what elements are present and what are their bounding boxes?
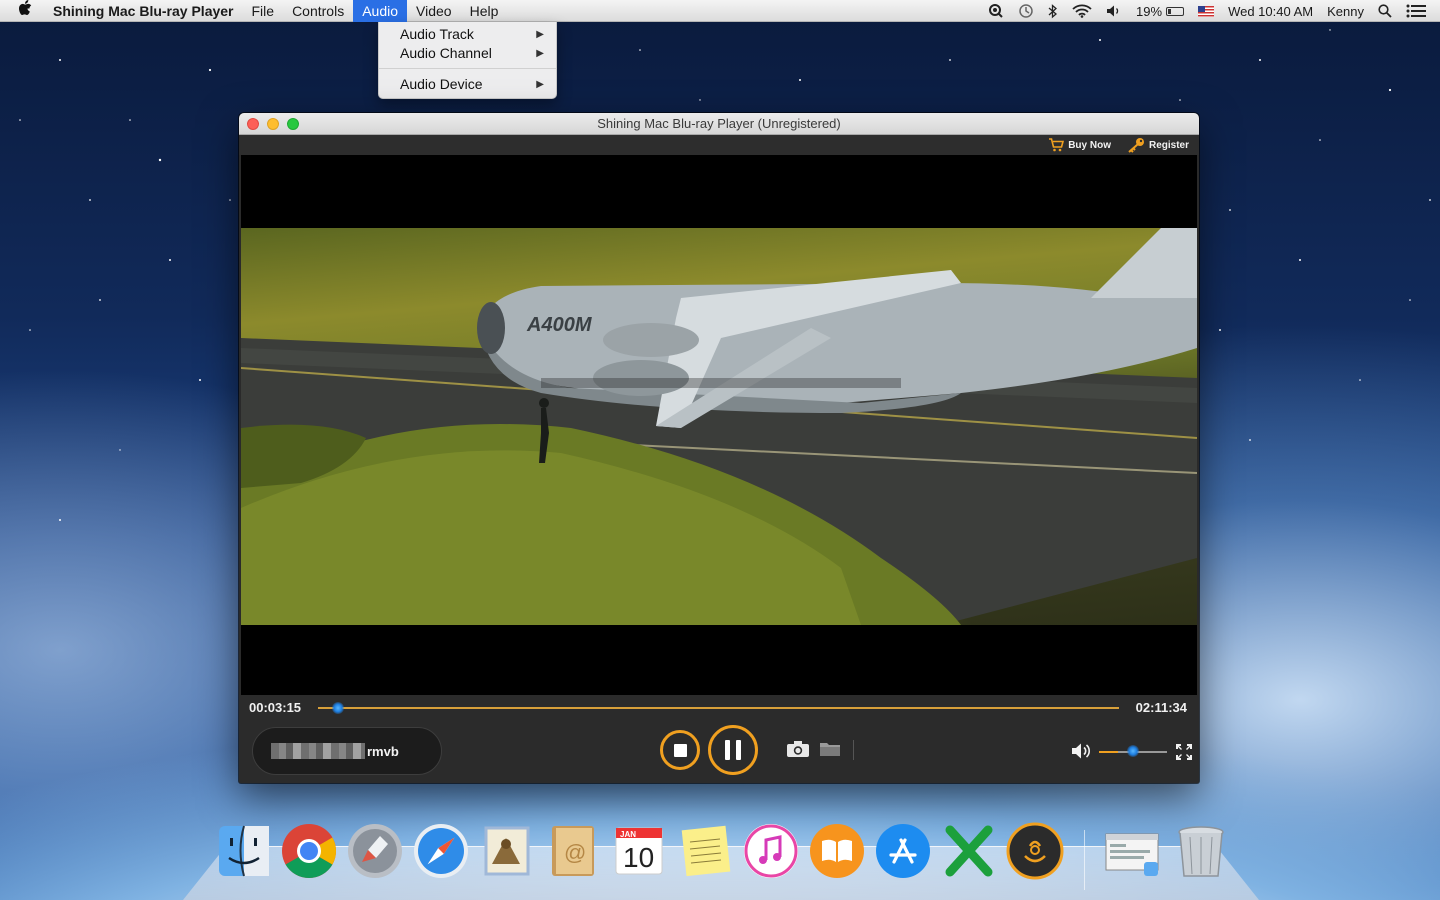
- apple-menu-icon[interactable]: [0, 0, 44, 22]
- window-controls: [247, 118, 299, 130]
- bluetooth-icon[interactable]: [1041, 0, 1065, 22]
- safari-icon[interactable]: [412, 822, 470, 880]
- audio-dropdown-menu: Audio Track ▶ Audio Channel ▶ Audio Devi…: [378, 22, 557, 99]
- menu-app-name[interactable]: Shining Mac Blu-ray Player: [44, 0, 243, 22]
- volume-handle[interactable]: [1127, 745, 1139, 757]
- spotlight-search-icon[interactable]: [1371, 0, 1399, 22]
- seek-handle[interactable]: [332, 702, 345, 714]
- current-time: 00:03:15: [249, 700, 302, 715]
- battery-percent: 19%: [1136, 3, 1163, 19]
- register-label: Register: [1148, 139, 1189, 151]
- menu-item-label: Audio Channel: [400, 45, 492, 61]
- svg-text:@: @: [564, 840, 586, 865]
- stop-button[interactable]: [660, 730, 700, 770]
- ibooks-icon[interactable]: [808, 822, 866, 880]
- time-machine-icon[interactable]: [1011, 0, 1041, 22]
- key-icon: [1128, 138, 1144, 153]
- menu-controls[interactable]: Controls: [283, 0, 353, 22]
- finder-icon[interactable]: [215, 822, 273, 880]
- menu-item-label: Audio Track: [400, 26, 474, 42]
- volume-fill: [1099, 751, 1118, 753]
- minimize-window-button[interactable]: [267, 118, 279, 130]
- pause-button[interactable]: [708, 725, 758, 775]
- contacts-icon[interactable]: @: [544, 822, 602, 880]
- menu-help[interactable]: Help: [461, 0, 508, 22]
- window-titlebar[interactable]: Shining Mac Blu-ray Player (Unregistered…: [239, 113, 1199, 135]
- aircraft-label: A400M: [526, 314, 593, 336]
- notes-icon[interactable]: [676, 822, 734, 880]
- pause-icon: [725, 740, 741, 760]
- file-name-display: rmvb: [252, 727, 442, 775]
- wifi-icon[interactable]: [1065, 0, 1099, 22]
- calendar-day: 10: [623, 842, 654, 873]
- menu-audio[interactable]: Audio: [353, 0, 408, 22]
- open-folder-icon[interactable]: [819, 741, 841, 762]
- menu-separator: [379, 68, 556, 69]
- excel-icon[interactable]: [940, 822, 998, 880]
- launchpad-icon[interactable]: [346, 822, 404, 880]
- volume-speaker-icon[interactable]: [1071, 742, 1093, 765]
- submenu-arrow-icon: ▶: [536, 48, 544, 59]
- battery-status[interactable]: 19%: [1129, 0, 1191, 22]
- video-frame: A400M: [241, 228, 1197, 625]
- chrome-icon[interactable]: [280, 822, 338, 880]
- window-title: Shining Mac Blu-ray Player (Unregistered…: [597, 116, 841, 131]
- volume-menu-icon[interactable]: [1099, 0, 1129, 22]
- registration-toolbar: Buy Now Register: [239, 135, 1199, 155]
- trash-icon[interactable]: [1172, 822, 1230, 880]
- clock[interactable]: Wed 10:40 AM: [1221, 0, 1320, 22]
- zoom-window-button[interactable]: [287, 118, 299, 130]
- itunes-icon[interactable]: [742, 822, 800, 880]
- snapshot-camera-icon[interactable]: [786, 740, 810, 763]
- battery-icon: [1166, 6, 1185, 16]
- file-extension: rmvb: [367, 743, 399, 759]
- register-button[interactable]: Register: [1127, 137, 1189, 153]
- buy-now-label: Buy Now: [1068, 139, 1111, 151]
- notification-center-icon[interactable]: [1399, 0, 1440, 22]
- app-store-icon[interactable]: [874, 822, 932, 880]
- spotlight-app-icon[interactable]: [981, 0, 1011, 22]
- menu-file[interactable]: File: [243, 0, 284, 22]
- toolbar-divider: [853, 740, 854, 760]
- menu-video[interactable]: Video: [407, 0, 461, 22]
- menu-item-audio-device[interactable]: Audio Device ▶: [379, 75, 556, 94]
- finder-window-icon[interactable]: [1104, 822, 1162, 880]
- stop-icon: [673, 743, 687, 757]
- menu-bar: Shining Mac Blu-ray Player File Controls…: [0, 0, 1440, 22]
- player-window: Shining Mac Blu-ray Player (Unregistered…: [239, 113, 1199, 783]
- video-scene: A400M: [241, 228, 1197, 625]
- fullscreen-icon[interactable]: [1176, 744, 1192, 765]
- menu-item-audio-channel[interactable]: Audio Channel ▶: [379, 44, 556, 63]
- seek-bar[interactable]: [318, 707, 1119, 709]
- calendar-month: JAN: [620, 830, 636, 839]
- total-time: 02:11:34: [1135, 700, 1187, 715]
- video-display[interactable]: A400M: [241, 155, 1197, 695]
- cart-icon: [1049, 138, 1065, 152]
- calendar-icon[interactable]: JAN 10: [610, 822, 668, 880]
- blurred-file-name: [271, 743, 365, 759]
- menu-item-audio-track[interactable]: Audio Track ▶: [379, 25, 556, 44]
- buy-now-button[interactable]: Buy Now: [1048, 138, 1111, 152]
- menu-item-label: Audio Device: [400, 76, 483, 92]
- player-app-icon[interactable]: [1006, 822, 1064, 880]
- user-name[interactable]: Kenny: [1320, 0, 1371, 22]
- dock-separator: [1084, 830, 1085, 890]
- us-flag-input-icon[interactable]: [1198, 5, 1215, 17]
- submenu-arrow-icon: ▶: [536, 29, 544, 40]
- submenu-arrow-icon: ▶: [536, 79, 544, 90]
- close-window-button[interactable]: [247, 118, 259, 130]
- mail-icon[interactable]: [478, 822, 536, 880]
